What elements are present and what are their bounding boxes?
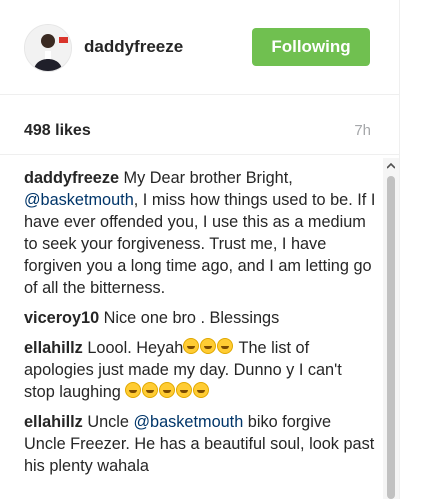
mention-link[interactable]: @basketmouth [134,413,244,431]
post-panel: daddyfreeze Following 498 likes 7h daddy… [0,0,400,499]
comment-text: My Dear brother Bright, [119,169,293,187]
post-stats: 498 likes 7h [0,94,399,155]
comment-text: Loool. Heyah [82,339,184,357]
mention-link[interactable]: @basketmouth [24,191,134,209]
comment-username[interactable]: ellahillz [24,413,83,431]
comments-scrollbar[interactable] [383,158,399,499]
comment-username[interactable]: ellahillz [24,339,83,357]
laughing-emoji-icon [176,382,193,398]
timestamp[interactable]: 7h [354,122,371,139]
scroll-thumb[interactable] [387,176,395,499]
following-button[interactable]: Following [252,28,370,66]
laughing-emoji-icon [159,382,176,398]
avatar[interactable] [24,24,72,72]
comment-item: ellahillz Uncle @basketmouth biko forgiv… [24,411,376,477]
comment-username[interactable]: viceroy10 [24,309,99,327]
laughing-emoji-icon [193,382,210,398]
profile-photo [25,25,71,71]
laughing-emoji-icon [200,338,217,354]
comment-item: viceroy10 Nice one bro . Blessings [24,307,376,329]
scroll-up-button[interactable] [383,158,399,174]
comment-caption: daddyfreeze My Dear brother Bright, @bas… [24,167,376,299]
laughing-emoji-icon [217,338,234,354]
laughing-emoji-icon [183,338,200,354]
laughing-emoji-icon [142,382,159,398]
username[interactable]: daddyfreeze [84,37,183,57]
comments-list: daddyfreeze My Dear brother Bright, @bas… [24,167,376,485]
comment-username[interactable]: daddyfreeze [24,169,119,187]
laughing-emoji-icon [125,382,142,398]
comment-text: Uncle [82,413,134,431]
comment-item: ellahillz Loool. Heyah The list of apolo… [24,337,376,403]
comment-text: Nice one bro . Blessings [99,309,280,327]
chevron-up-icon [387,163,395,169]
likes-count[interactable]: 498 likes [24,122,91,140]
post-header: daddyfreeze Following [0,0,399,95]
